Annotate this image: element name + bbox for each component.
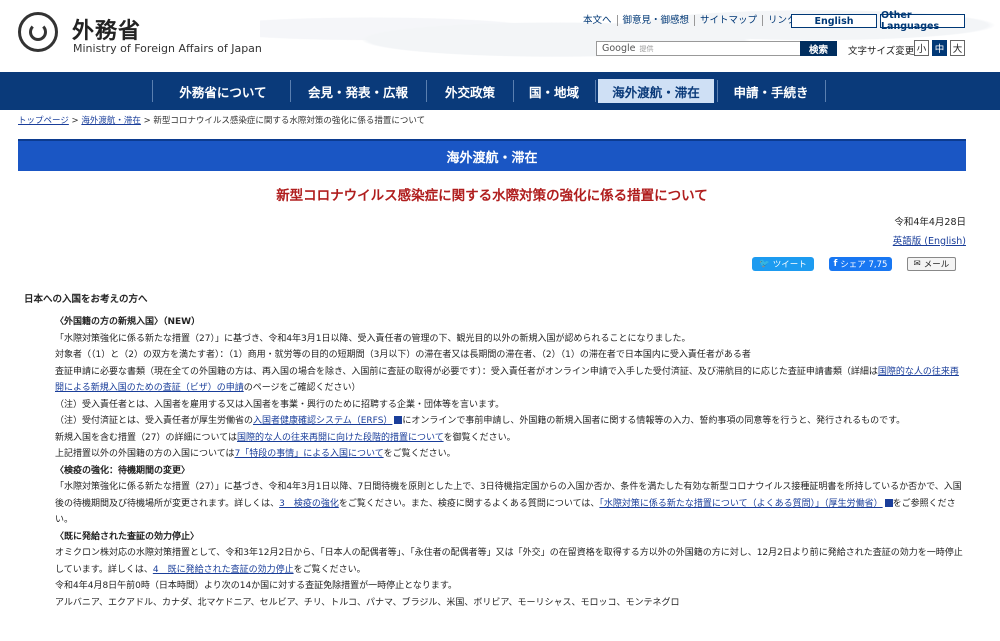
tweet-label: ツイート [772,260,807,270]
intro-heading: 日本への入国をお考えの方へ [24,294,148,305]
fontsize-small-button[interactable]: 小 [914,40,929,56]
english-version-link[interactable]: 英語版 (English) [893,233,966,247]
fontsize-label: 文字サイズ変更 [848,46,915,57]
other-languages-button[interactable]: Other Languages [880,10,965,32]
paragraph: 新規入国を含む措置（27）の詳細については国際的な人の往来再開に向けた段階的措置… [55,432,516,443]
visa-suspension-link[interactable]: 4 既に発給された査証の効力停止 [153,565,294,575]
search-input[interactable]: Google 提供 [596,41,801,56]
special-circumstances-link[interactable]: 7「特段の事情」による入国について [235,449,384,459]
util-link-main[interactable]: 本文へ [578,15,618,26]
nav-item-regions[interactable]: 国・地域 [515,79,593,103]
main-content: 〈外国籍の方の新規入国〉（NEW） 「水際対策強化に係る新たな措置（27）」に基… [55,314,965,611]
mail-icon: ✉ [913,259,921,269]
paragraph: 令和4年4月8日午前0時（日本時間）より次の14か国に対する査証免除措置が一時停… [55,581,458,591]
nav-item-applications[interactable]: 申請・手続き [719,79,823,103]
paragraph: オミクロン株対応の水際対策措置として、令和3年12月2日から、「日本人の配偶者等… [55,548,963,575]
util-link-feedback[interactable]: 御意見・御感想 [618,15,696,26]
search-brand: Google [602,43,636,54]
nav-item-travel[interactable]: 海外渡航・滞在 [598,79,714,103]
tweet-button[interactable]: 🐦 ツイート [752,257,814,271]
mofa-logo-icon[interactable] [18,12,58,52]
page-title: 新型コロナウイルス感染症に関する水際対策の強化に係る措置について [276,188,708,204]
fontsize-large-button[interactable]: 大 [950,40,965,56]
quarantine-link[interactable]: 3 検疫の強化 [279,499,339,509]
site-header: 外務省 Ministry of Foreign Affairs of Japan… [0,0,1000,72]
faq-link[interactable]: 「水際対策に係る新たな措置について（よくある質問）」（厚生労働省） [599,499,882,509]
paragraph: アルバニア、エクアドル、カナダ、北マケドニア、セルビア、チリ、トルコ、パナマ、ブ… [55,597,680,608]
nav-item-press[interactable]: 会見・発表・広報 [292,79,424,103]
utility-links: 本文へ 御意見・御感想 サイトマップ リンク集 [578,15,811,26]
search-brand-sub: 提供 [639,45,654,53]
phased-measures-link[interactable]: 国際的な人の往来再開に向けた段階的措置について [237,433,444,443]
util-link-sitemap[interactable]: サイトマップ [695,15,764,26]
paragraph: 上記措置以外の外国籍の方の入国については7「特段の事情」による入国についてをご覧… [55,449,456,459]
external-link-icon [884,498,893,507]
paragraph: 査証申請に必要な書類（現在全ての外国籍の方は、再入国の場合を除き、入国前に査証の… [55,366,959,394]
mail-label: メール [923,260,950,270]
publish-date: 令和4年4月28日 [894,217,966,228]
facebook-icon: f [833,259,838,269]
breadcrumb-sep: > [140,116,154,126]
twitter-bird-icon: 🐦 [759,259,770,269]
nav-item-about[interactable]: 外務省について [158,79,288,103]
breadcrumb-home[interactable]: トップページ [18,116,69,126]
fontsize-medium-button[interactable]: 中 [932,40,947,56]
breadcrumb-sep: > [68,116,82,126]
paragraph: （注）受付済証とは、受入責任者が厚生労働省の入国者健康確認システム（ERFS）に… [55,416,906,426]
subheading-visa-suspension: 〈既に発給された査証の効力停止〉 [55,531,200,542]
paragraph: 「水際対策強化に係る新たな措置（27）」に基づき、令和4年3月1日以降、7日間待… [55,482,962,525]
search-button[interactable]: 検索 [800,41,837,56]
breadcrumb: トップページ > 海外渡航・滞在 > 新型コロナウイルス感染症に関する水際対策の… [18,114,425,126]
site-title-ja[interactable]: 外務省 [72,13,141,45]
facebook-share-button[interactable]: f シェア 7,75 [829,257,892,271]
section-title-bar: 海外渡航・滞在 [18,139,966,171]
breadcrumb-current: 新型コロナウイルス感染症に関する水際対策の強化に係る措置について [153,116,426,126]
paragraph: （注）受入責任者とは、入国者を雇用する又は入国者を事業・興行のために招聘する企業… [55,399,505,410]
subheading-quarantine: 〈検疫の強化：待機期間の変更〉 [55,465,191,476]
facebook-share-label: シェア 7,75 [840,260,888,270]
paragraph: 「水際対策強化に係る新たな措置（27）」に基づき、令和4年3月1日以降、受入責任… [55,333,691,344]
nav-item-policy[interactable]: 外交政策 [428,79,512,103]
subheading-new-entry: 〈外国籍の方の新規入国〉（NEW） [55,317,201,327]
global-nav: 外務省について 会見・発表・広報 外交政策 国・地域 海外渡航・滞在 申請・手続… [0,72,1000,110]
english-button[interactable]: English [791,14,877,28]
breadcrumb-section[interactable]: 海外渡航・滞在 [81,116,141,126]
paragraph: 対象者（（1）と（2）の双方を満たす者）：（1）商用・就労等の目的の短期間（3月… [55,350,751,360]
site-title-en[interactable]: Ministry of Foreign Affairs of Japan [73,42,262,55]
erfs-link[interactable]: 入国者健康確認システム（ERFS） [253,416,392,426]
mail-share-button[interactable]: ✉ メール [907,257,956,271]
